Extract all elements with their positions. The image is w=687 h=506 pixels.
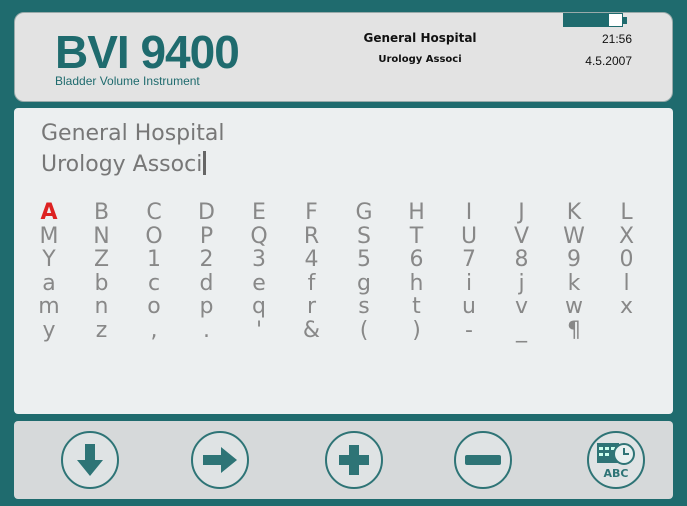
key-0-1[interactable]: B (81, 202, 123, 224)
key-2-10[interactable]: 9 (553, 249, 595, 271)
key-2-6[interactable]: 5 (343, 249, 385, 271)
key-5-8[interactable]: - (448, 319, 490, 342)
key-1-6[interactable]: S (343, 225, 385, 248)
key-5-0[interactable]: y (28, 319, 70, 342)
key-3-3[interactable]: d (186, 272, 228, 295)
abc-label: ABC (604, 467, 629, 480)
key-1-1[interactable]: N (81, 225, 123, 248)
calendar-clock-abc-button[interactable]: ABC (587, 431, 645, 489)
key-5-10[interactable]: ¶ (553, 319, 595, 342)
key-0-5[interactable]: F (291, 202, 333, 224)
key-0-0[interactable]: A (28, 202, 70, 224)
key-5-5[interactable]: & (291, 319, 333, 342)
facility-name: General Hospital (363, 31, 477, 45)
text-entry-panel: General Hospital Urology Associ ABCDEFGH… (14, 108, 673, 414)
down-arrow-button[interactable] (61, 431, 119, 489)
key-2-2[interactable]: 1 (133, 249, 175, 271)
key-2-0[interactable]: Y (28, 249, 70, 271)
key-0-8[interactable]: I (448, 202, 490, 224)
minus-button[interactable] (454, 431, 512, 489)
key-0-10[interactable]: K (553, 202, 595, 224)
battery-level-fill (564, 14, 610, 26)
key-1-3[interactable]: P (186, 225, 228, 248)
right-arrow-button[interactable] (191, 431, 249, 489)
key-4-11[interactable]: x (606, 296, 648, 318)
key-2-4[interactable]: 3 (238, 249, 280, 271)
key-3-9[interactable]: j (501, 272, 543, 295)
key-4-1[interactable]: n (81, 296, 123, 318)
key-5-2[interactable]: , (133, 319, 175, 342)
key-0-2[interactable]: C (133, 202, 175, 224)
key-5-6[interactable]: ( (343, 319, 385, 342)
key-2-1[interactable]: Z (81, 249, 123, 271)
key-4-5[interactable]: r (291, 296, 333, 318)
text-caret (203, 151, 207, 175)
clock-time: 21:56 (601, 32, 632, 46)
key-4-6[interactable]: s (343, 296, 385, 318)
entry-line-2-wrapper: Urology Associ (41, 149, 224, 180)
key-3-2[interactable]: c (133, 272, 175, 295)
arrow-right-icon (203, 447, 237, 473)
brand-subtitle: Bladder Volume Instrument (55, 74, 200, 88)
key-0-9[interactable]: J (501, 202, 543, 224)
plus-button[interactable] (325, 431, 383, 489)
key-5-3[interactable]: . (186, 319, 228, 342)
key-1-4[interactable]: Q (238, 225, 280, 248)
key-3-5[interactable]: f (291, 272, 333, 295)
key-2-11[interactable]: 0 (606, 249, 648, 271)
key-0-4[interactable]: E (238, 202, 280, 224)
key-4-9[interactable]: v (501, 296, 543, 318)
key-4-8[interactable]: u (448, 296, 490, 318)
key-2-3[interactable]: 2 (186, 249, 228, 271)
key-4-10[interactable]: w (553, 296, 595, 318)
key-1-11[interactable]: X (606, 225, 648, 248)
key-0-3[interactable]: D (186, 202, 228, 224)
text-entry-field[interactable]: General Hospital Urology Associ (41, 118, 224, 180)
key-0-6[interactable]: G (343, 202, 385, 224)
key-3-1[interactable]: b (81, 272, 123, 295)
key-1-0[interactable]: M (28, 225, 70, 248)
key-2-8[interactable]: 7 (448, 249, 490, 271)
key-3-11[interactable]: l (606, 272, 648, 295)
key-5-4[interactable]: ' (238, 319, 280, 342)
calendar-clock-abc-icon: ABC (597, 443, 635, 480)
key-5-9[interactable]: _ (501, 319, 543, 342)
key-1-8[interactable]: U (448, 225, 490, 248)
minus-icon (465, 455, 501, 465)
brand-title: BVI 9400 (55, 26, 240, 78)
key-0-7[interactable]: H (396, 202, 438, 224)
key-3-4[interactable]: e (238, 272, 280, 295)
key-5-7[interactable]: ) (396, 319, 438, 342)
key-4-7[interactable]: t (396, 296, 438, 318)
key-1-7[interactable]: T (396, 225, 438, 248)
key-4-0[interactable]: m (28, 296, 70, 318)
key-2-9[interactable]: 8 (501, 249, 543, 271)
key-0-11[interactable]: L (606, 202, 648, 224)
footer-toolbar: ABC (14, 421, 673, 499)
entry-line-2: Urology Associ (41, 152, 203, 177)
clock-date: 4.5.2007 (585, 54, 632, 68)
arrow-down-icon (77, 444, 103, 476)
plus-icon (339, 445, 369, 475)
key-4-3[interactable]: p (186, 296, 228, 318)
key-1-10[interactable]: W (553, 225, 595, 248)
key-4-2[interactable]: o (133, 296, 175, 318)
key-3-6[interactable]: g (343, 272, 385, 295)
key-1-2[interactable]: O (133, 225, 175, 248)
key-5-1[interactable]: z (81, 319, 123, 342)
key-3-7[interactable]: h (396, 272, 438, 295)
key-3-10[interactable]: k (553, 272, 595, 295)
battery-terminal (623, 17, 627, 24)
key-1-5[interactable]: R (291, 225, 333, 248)
battery-icon (563, 13, 623, 27)
key-2-5[interactable]: 4 (291, 249, 333, 271)
key-1-9[interactable]: V (501, 225, 543, 248)
key-2-7[interactable]: 6 (396, 249, 438, 271)
key-3-8[interactable]: i (448, 272, 490, 295)
department-name: Urology Associ (378, 54, 462, 65)
key-4-4[interactable]: q (238, 296, 280, 318)
entry-line-1: General Hospital (41, 121, 225, 146)
key-3-0[interactable]: a (28, 272, 70, 295)
